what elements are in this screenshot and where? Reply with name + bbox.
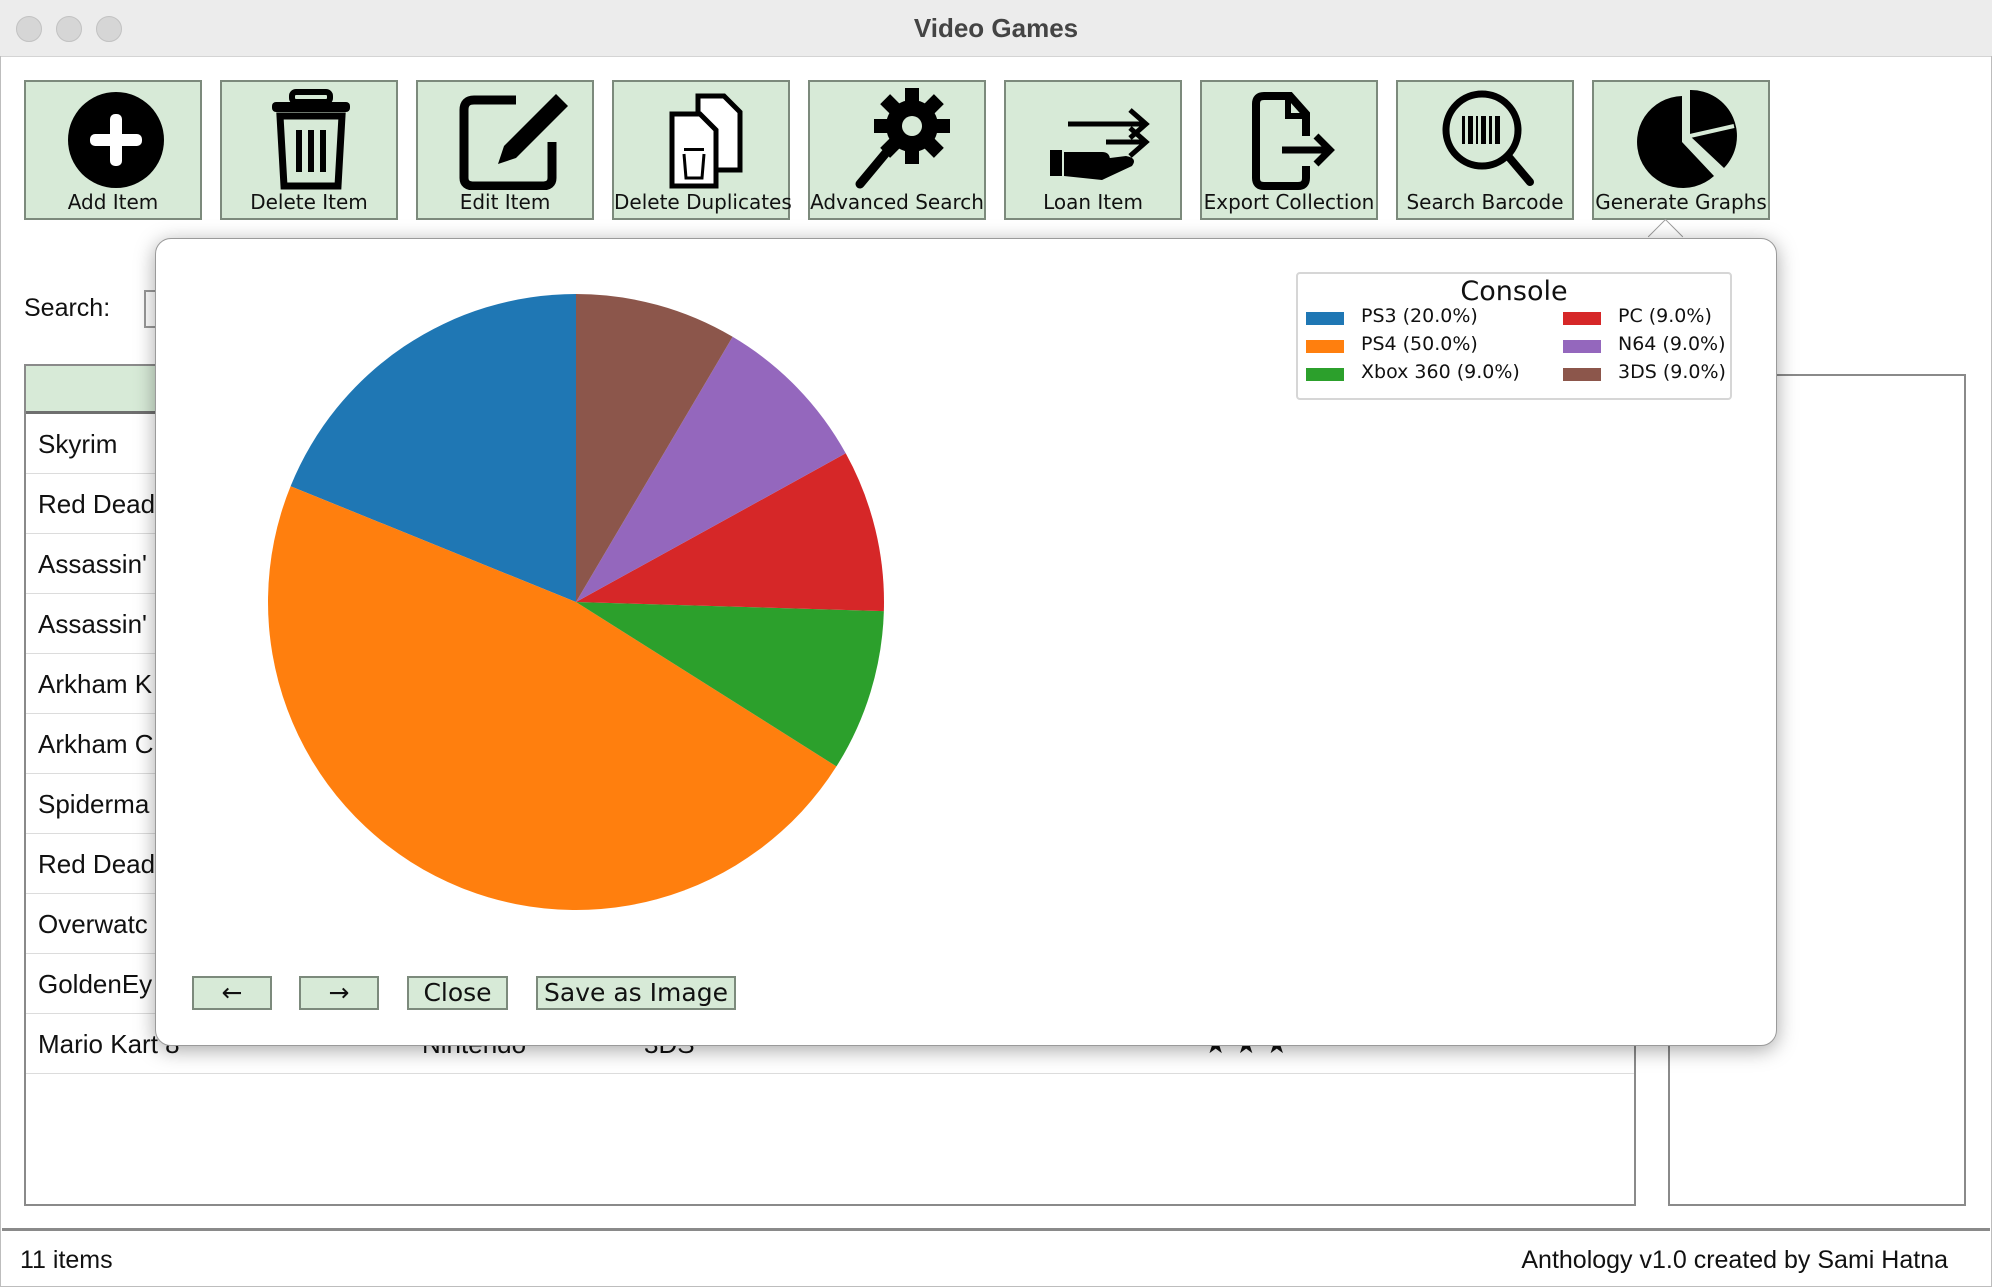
close-button[interactable]: Close: [407, 976, 508, 1010]
legend-swatch: [1563, 312, 1601, 325]
legend-swatch: [1306, 368, 1344, 381]
forward-button[interactable]: →: [299, 976, 379, 1010]
legend-label: N64 (9.0%): [1618, 333, 1726, 355]
legend-label: Xbox 360 (9.0%): [1361, 361, 1520, 383]
legend-swatch: [1563, 368, 1601, 381]
legend-swatch: [1306, 340, 1344, 353]
legend-swatch: [1306, 312, 1344, 325]
legend-label: 3DS (9.0%): [1618, 361, 1726, 383]
legend-label: PS4 (50.0%): [1361, 333, 1478, 355]
back-button[interactable]: ←: [192, 976, 272, 1010]
legend-title: Console: [1460, 276, 1568, 307]
chart-legend: Console PS3 (20.0%) PS4 (50.0%) Xbox 360 (…: [1296, 272, 1732, 400]
legend-swatch: [1563, 340, 1601, 353]
pie-chart: [267, 294, 884, 911]
legend-label: PS3 (20.0%): [1361, 305, 1478, 327]
legend-label: PC (9.0%): [1618, 305, 1712, 327]
save-as-image-button[interactable]: Save as Image: [536, 976, 736, 1010]
